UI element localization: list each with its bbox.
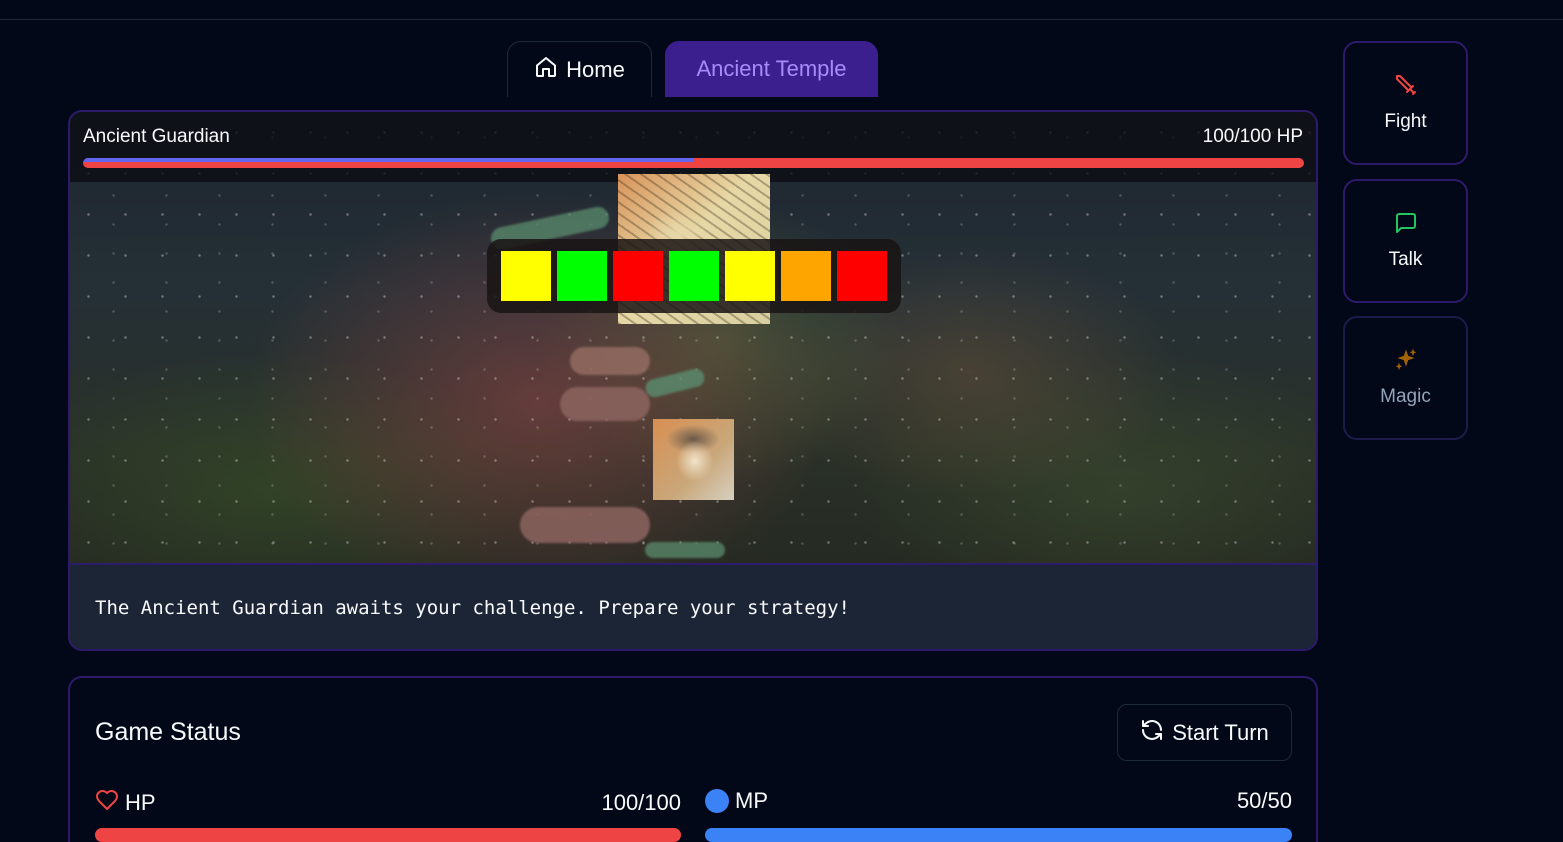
paint-stroke <box>645 542 725 558</box>
hp-stat: HP 100/100 <box>95 788 681 818</box>
paint-stroke <box>570 347 650 375</box>
start-turn-label: Start Turn <box>1172 719 1269 745</box>
start-turn-button[interactable]: Start Turn <box>1117 704 1292 761</box>
message-box: The Ancient Guardian awaits your challen… <box>70 563 1316 649</box>
tab-home-label: Home <box>566 56 625 82</box>
combo-cell <box>613 251 663 301</box>
hp-label-group: HP <box>95 788 156 818</box>
mp-bar <box>705 828 1292 842</box>
location-tabs: Home Ancient Temple <box>507 41 878 97</box>
battle-scene: Ancient Guardian 100/100 HP <box>70 112 1316 563</box>
paint-stroke <box>520 507 650 543</box>
mp-orb-icon <box>705 789 729 813</box>
refresh-icon <box>1140 718 1164 748</box>
paint-stroke <box>560 387 650 421</box>
battle-panel: Ancient Guardian 100/100 HP The Ancient … <box>68 110 1318 651</box>
tab-ancient-temple-label: Ancient Temple <box>696 56 847 81</box>
combo-cell <box>669 251 719 301</box>
heart-icon <box>95 788 119 818</box>
talk-button[interactable]: Talk <box>1343 179 1468 303</box>
fight-label: Fight <box>1384 111 1427 132</box>
combo-cell <box>501 251 551 301</box>
enemy-hp-text: 100/100 HP <box>1202 126 1303 147</box>
enemy-shield-bar <box>83 158 694 162</box>
enemy-name: Ancient Guardian <box>83 126 230 147</box>
top-bar <box>0 0 1563 20</box>
sparkles-icon <box>1394 348 1418 378</box>
mp-stat: MP 50/50 <box>705 788 1292 814</box>
home-icon <box>534 55 558 85</box>
combo-cell <box>557 251 607 301</box>
mp-value: 50/50 <box>1236 788 1292 813</box>
combo-cell <box>725 251 775 301</box>
hp-label: HP <box>125 790 156 815</box>
magic-label: Magic <box>1380 386 1431 407</box>
battle-message: The Ancient Guardian awaits your challen… <box>95 597 850 619</box>
mp-label-group: MP <box>705 788 768 814</box>
magic-button[interactable]: Magic <box>1343 316 1468 440</box>
chat-icon <box>1394 211 1418 241</box>
hp-bar <box>95 828 681 842</box>
tab-ancient-temple[interactable]: Ancient Temple <box>665 41 878 97</box>
combo-cell <box>837 251 887 301</box>
combo-sequence <box>487 239 901 313</box>
player-portrait <box>653 419 734 500</box>
mp-label: MP <box>735 788 768 813</box>
game-status-panel: Game Status Start Turn HP 100/100 MP 50/… <box>68 676 1318 842</box>
sword-icon <box>1394 73 1418 103</box>
tab-home[interactable]: Home <box>507 41 652 97</box>
game-status-title: Game Status <box>95 718 241 746</box>
enemy-hp-bar <box>83 158 1304 168</box>
hp-value: 100/100 <box>601 790 681 815</box>
fight-button[interactable]: Fight <box>1343 41 1468 165</box>
combo-cell <box>781 251 831 301</box>
enemy-header: Ancient Guardian 100/100 HP <box>70 112 1316 182</box>
talk-label: Talk <box>1388 249 1423 270</box>
